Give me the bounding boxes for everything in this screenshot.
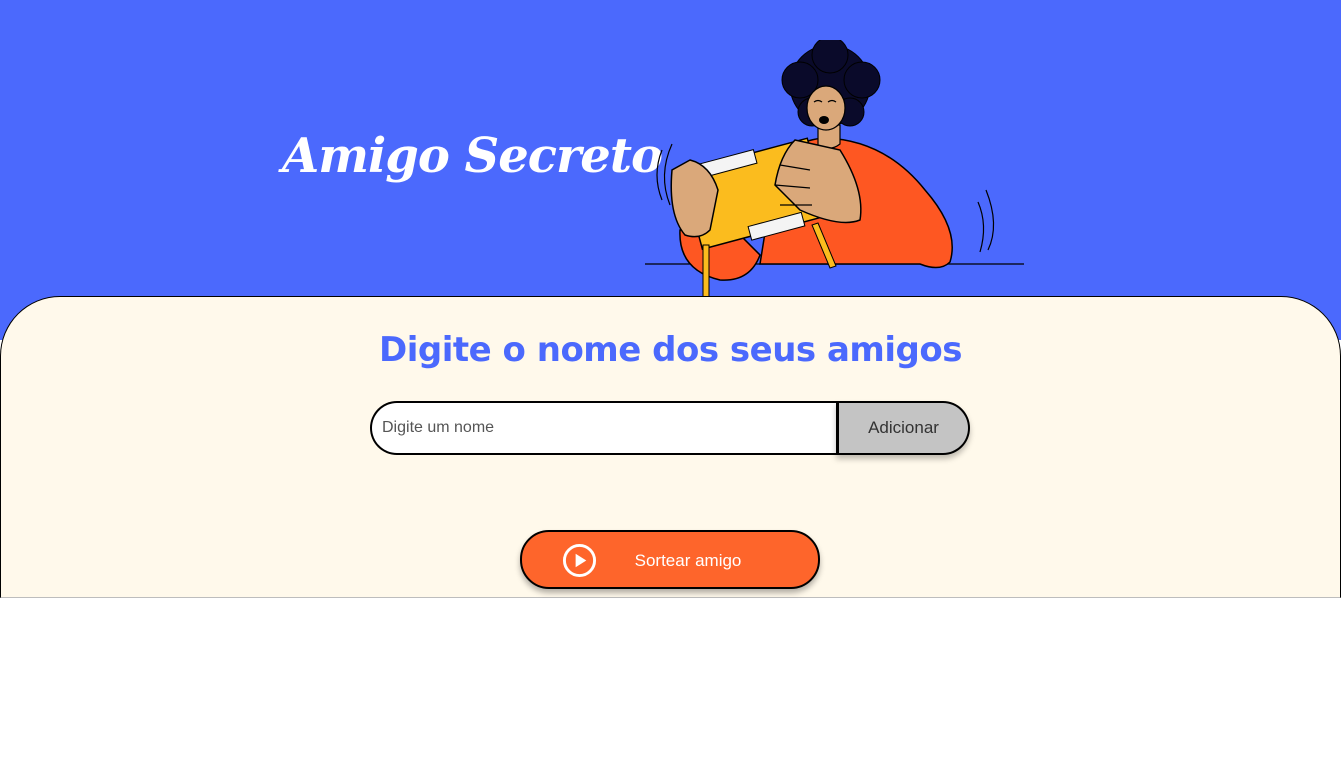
draw-friend-button[interactable]: Sortear amigo: [520, 530, 820, 589]
add-friend-form: Adicionar: [370, 401, 970, 455]
section-title: Digite o nome dos seus amigos: [379, 330, 962, 370]
add-button[interactable]: Adicionar: [836, 401, 970, 455]
header: Amigo Secreto: [0, 0, 1341, 340]
app-title: Amigo Secreto: [282, 128, 663, 184]
person-with-gift-illustration: [645, 40, 1024, 300]
draw-button-label: Sortear amigo: [634, 551, 742, 570]
name-input[interactable]: [370, 401, 836, 455]
